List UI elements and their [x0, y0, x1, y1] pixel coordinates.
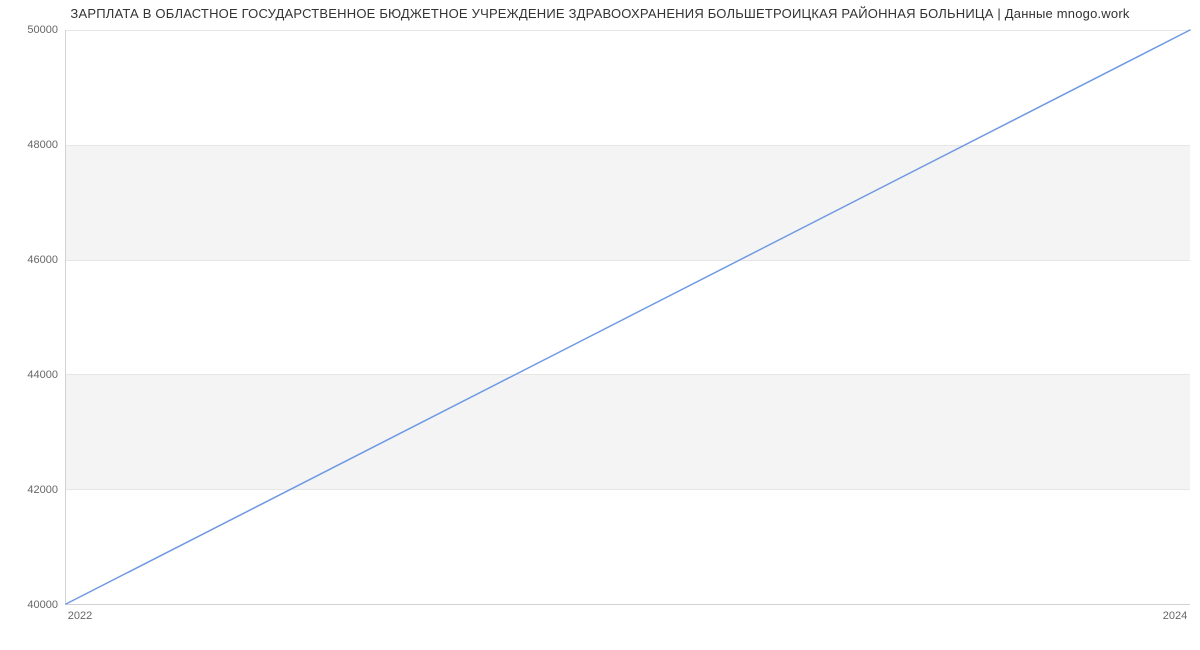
chart-title: ЗАРПЛАТА В ОБЛАСТНОЕ ГОСУДАРСТВЕННОЕ БЮД… — [0, 6, 1200, 21]
x-tick-label: 2022 — [68, 610, 92, 622]
y-tick-label: 44000 — [8, 369, 58, 381]
y-tick-label: 42000 — [8, 484, 58, 496]
y-tick-label: 46000 — [8, 254, 58, 266]
x-tick-label: 2024 — [1163, 610, 1187, 622]
y-tick-label: 50000 — [8, 24, 58, 36]
y-tick-label: 40000 — [8, 599, 58, 611]
chart-container: ЗАРПЛАТА В ОБЛАСТНОЕ ГОСУДАРСТВЕННОЕ БЮД… — [0, 0, 1200, 650]
y-tick-label: 48000 — [8, 139, 58, 151]
line-series — [66, 30, 1190, 604]
plot-area — [65, 30, 1190, 605]
